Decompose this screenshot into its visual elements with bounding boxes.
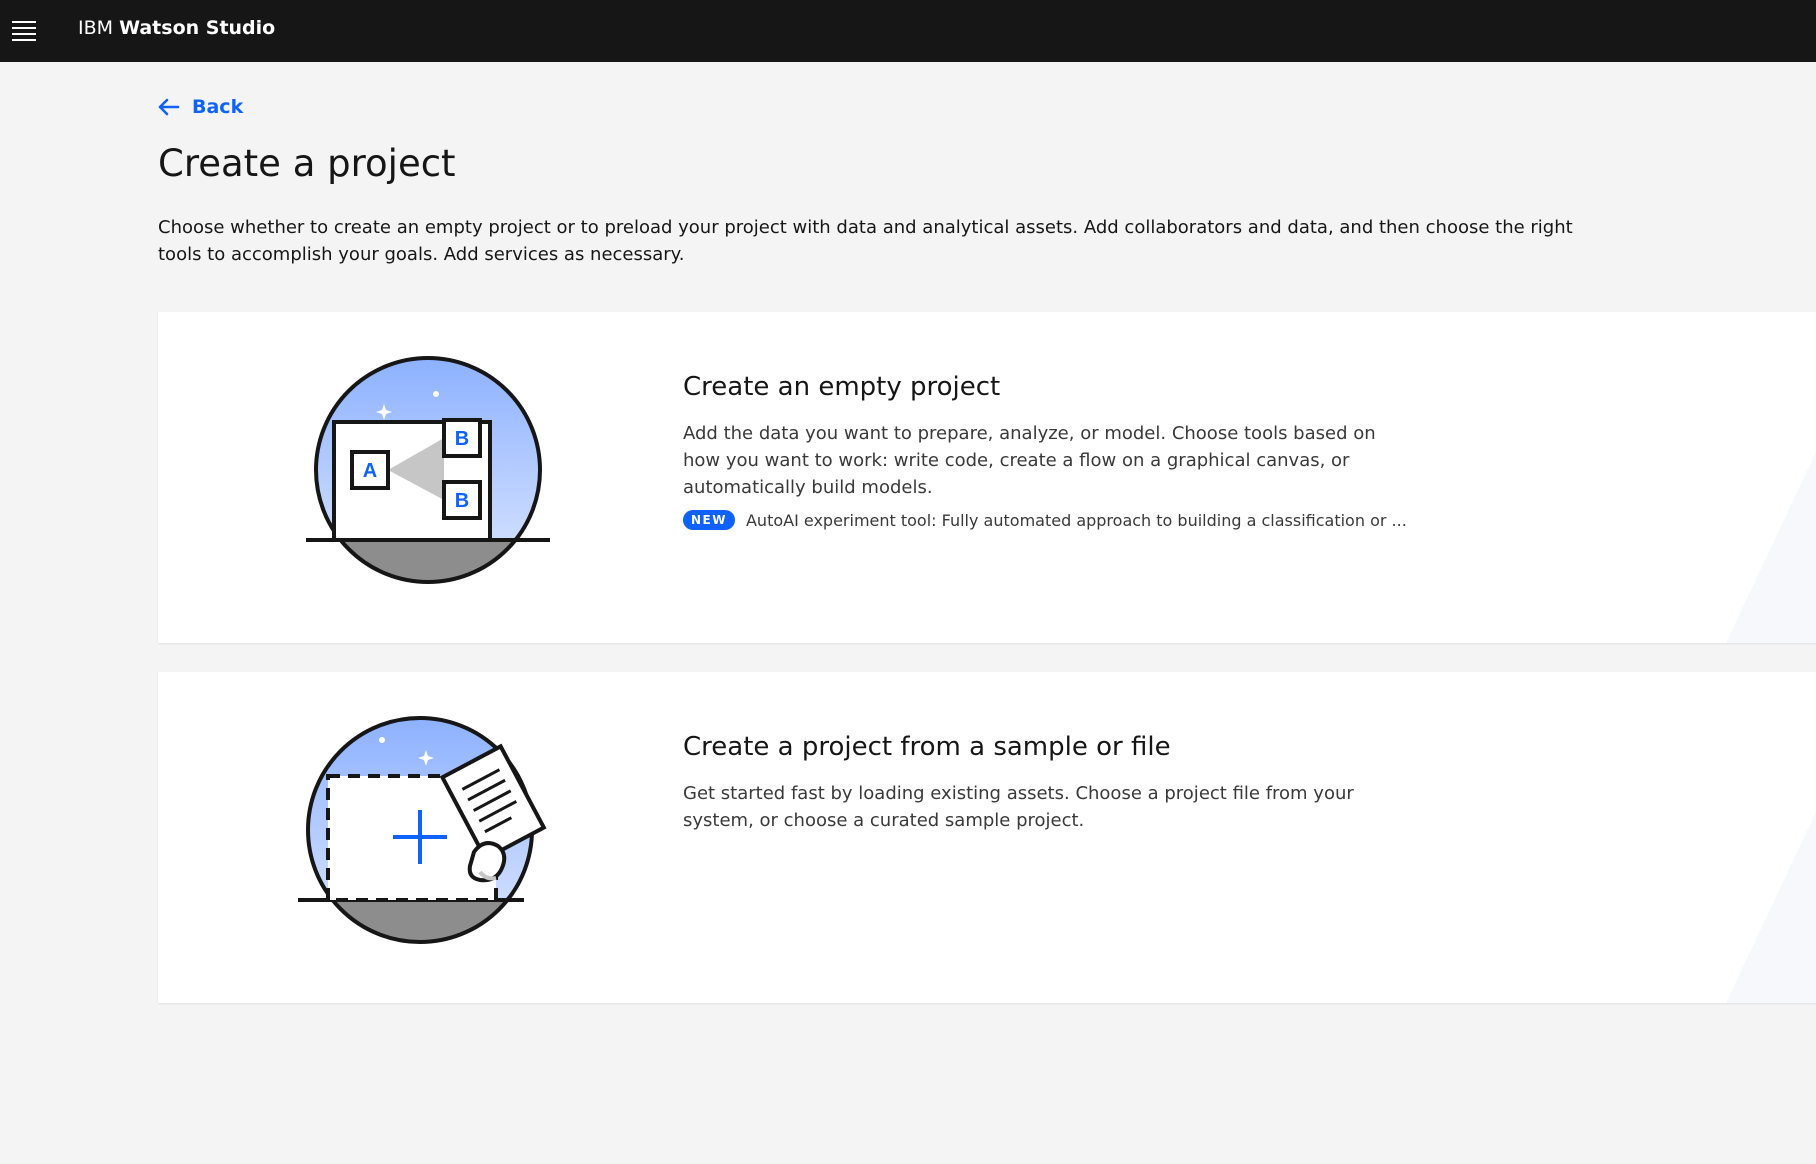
back-label: Back <box>192 96 244 118</box>
brand-prefix: IBM <box>78 17 114 39</box>
sample-project-title: Create a project from a sample or file <box>683 732 1171 762</box>
card-corner-decoration <box>1726 452 1816 643</box>
page-title: Create a project <box>158 142 456 185</box>
sample-project-description: Get started fast by loading existing ass… <box>683 783 1354 831</box>
sample-project-illustration <box>298 716 547 944</box>
illustration-letter-a: A <box>363 460 377 482</box>
card-corner-decoration <box>1726 812 1816 1003</box>
page-description: Choose whether to create an empty projec… <box>158 217 1573 265</box>
arrow-left-icon <box>158 98 180 116</box>
illustration-letter-b-top: B <box>455 428 469 450</box>
sample-or-file-project-card[interactable]: Create a project from a sample or file G… <box>158 672 1816 1003</box>
hamburger-menu-icon[interactable] <box>10 17 38 45</box>
brand-name: Watson Studio <box>119 17 276 39</box>
new-badge: NEW <box>683 510 735 530</box>
back-link[interactable]: Back <box>156 96 243 118</box>
empty-project-description: Add the data you want to prepare, analyz… <box>683 423 1376 498</box>
product-brand[interactable]: IBM Watson Studio <box>78 17 275 39</box>
empty-project-illustration: A B B <box>306 356 550 584</box>
empty-project-card[interactable]: A B B Create an empty project Add the da… <box>158 312 1816 643</box>
autoai-note-text: AutoAI experiment tool: Fully automated … <box>745 510 1407 530</box>
illustration-letter-b-bottom: B <box>455 490 469 512</box>
top-navigation-bar: IBM Watson Studio <box>0 0 1816 62</box>
autoai-new-note: NEW AutoAI experiment tool: Fully automa… <box>683 510 1407 530</box>
empty-project-title: Create an empty project <box>683 372 1001 402</box>
